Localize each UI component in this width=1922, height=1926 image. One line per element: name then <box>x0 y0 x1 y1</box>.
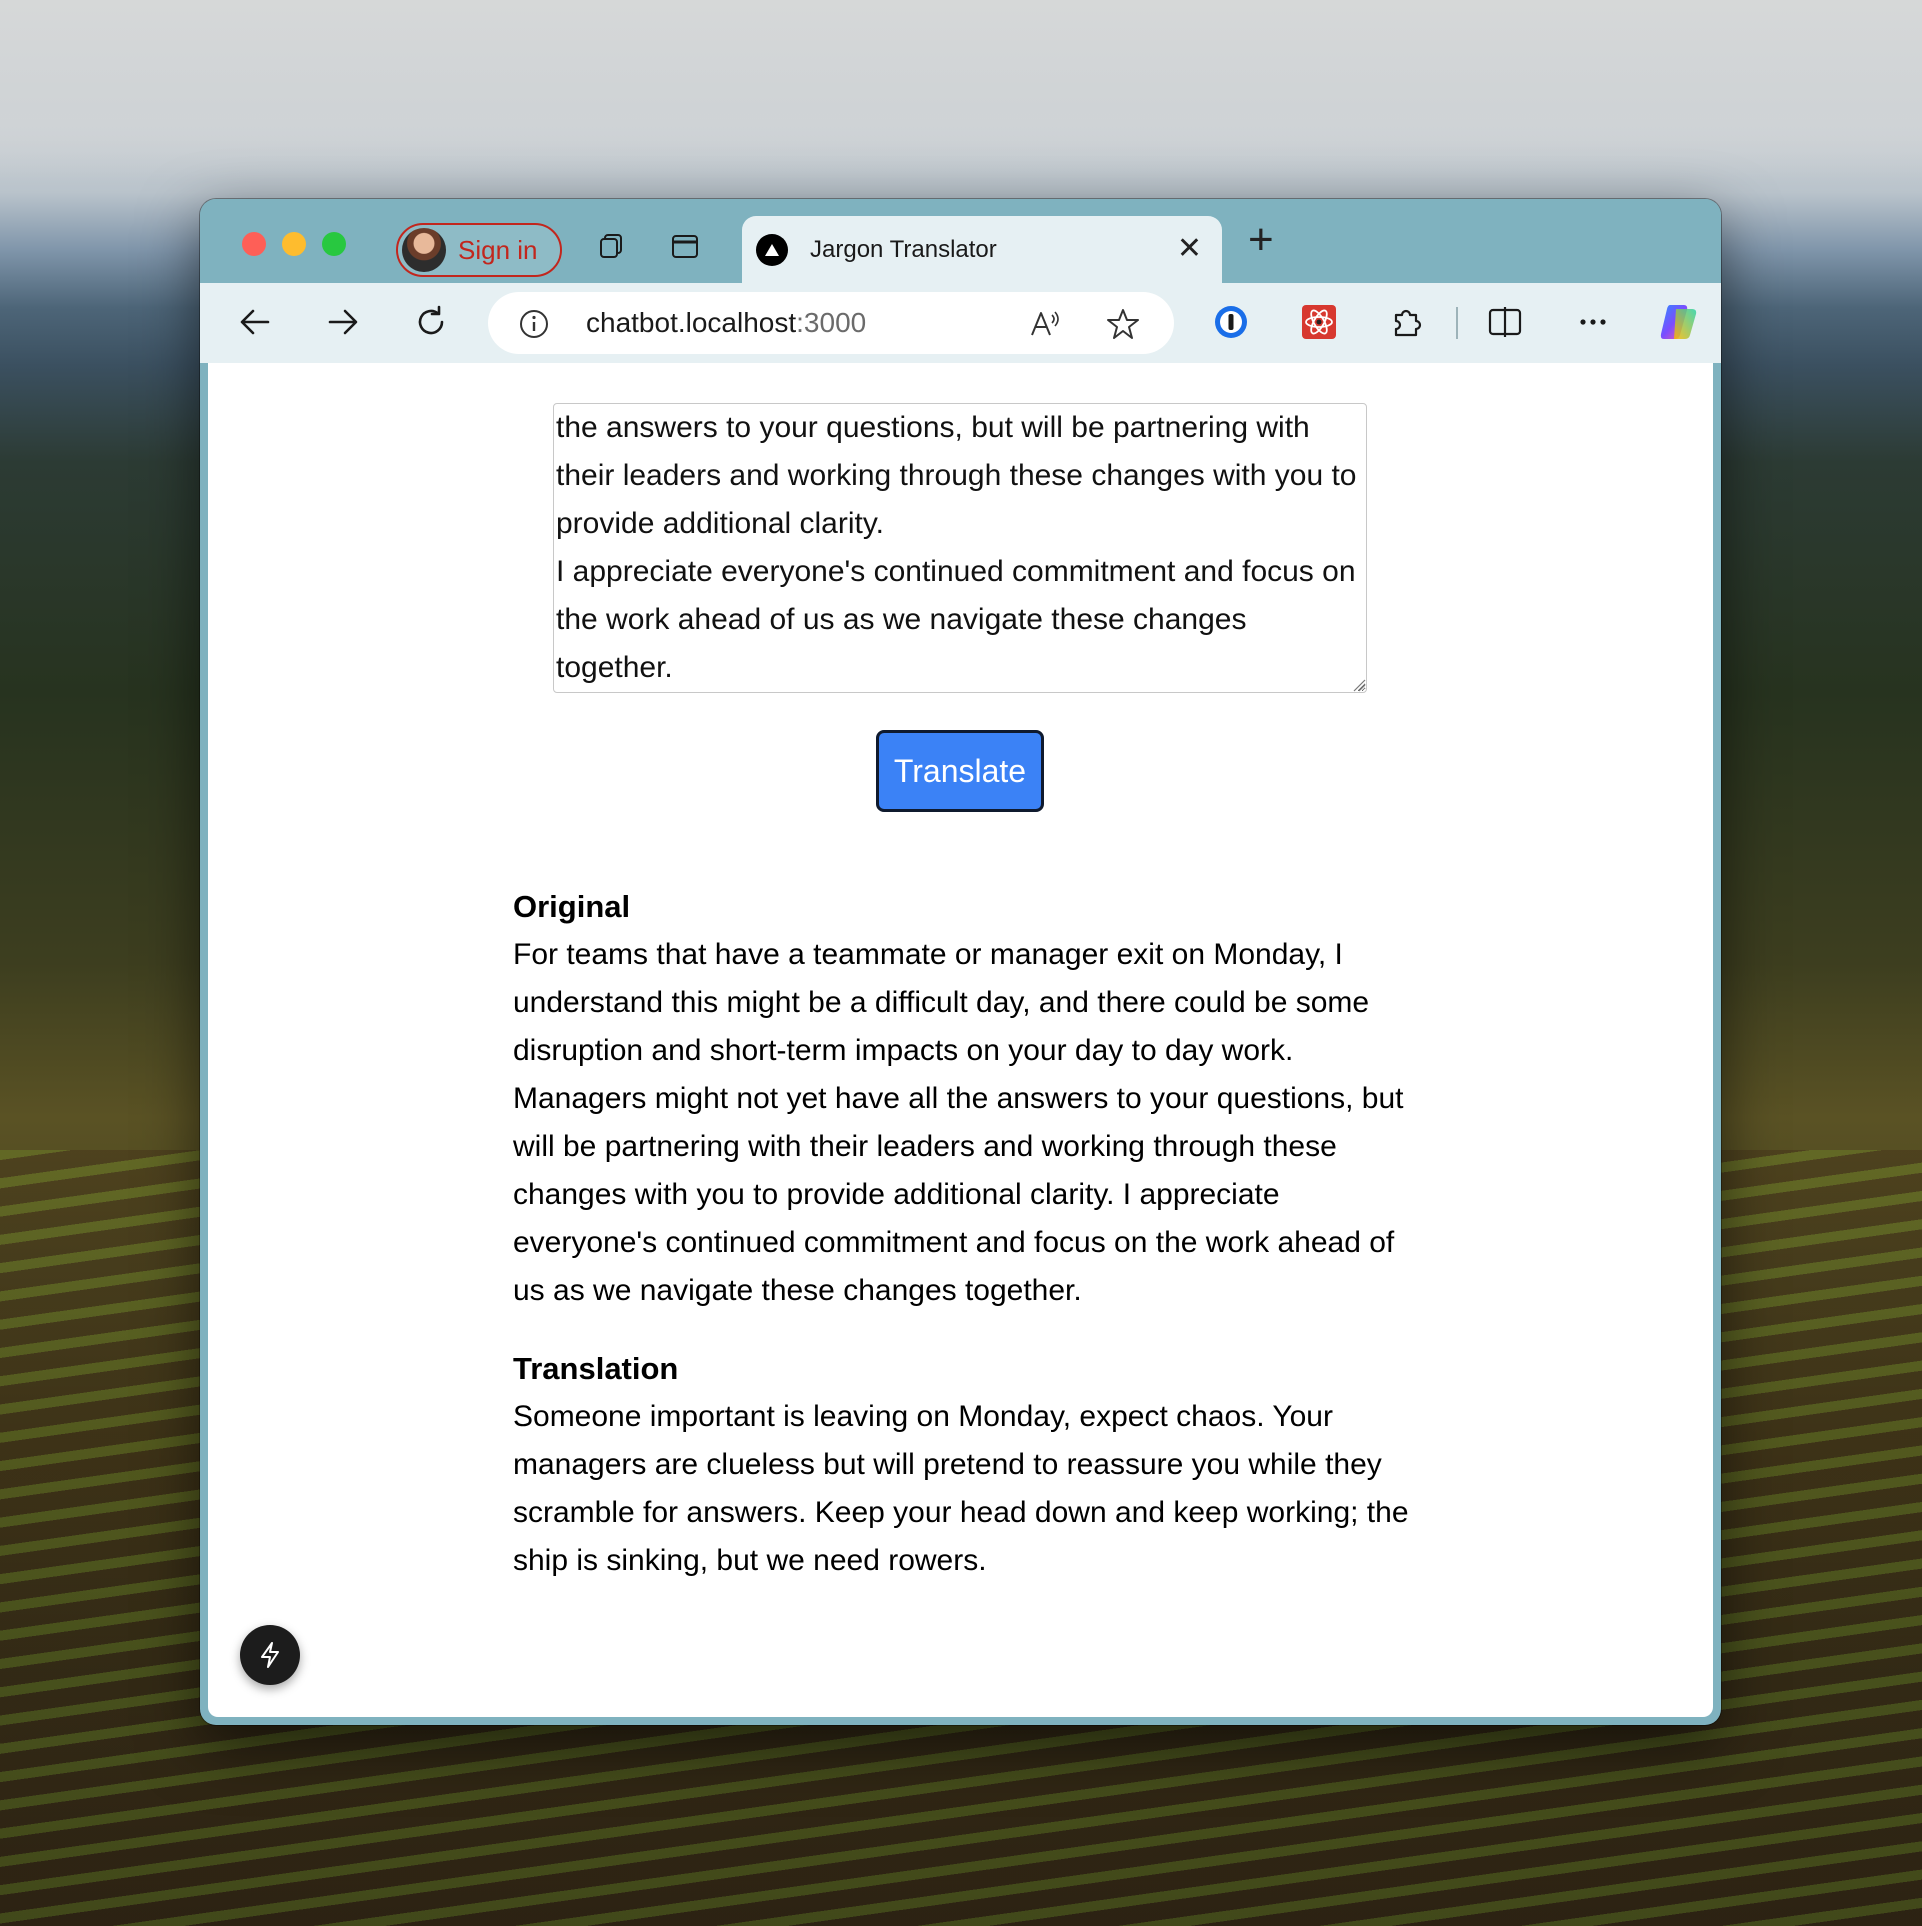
favorite-star-icon[interactable] <box>1106 307 1140 341</box>
page-content: the answers to your questions, but will … <box>208 363 1713 1717</box>
minimize-window-button[interactable] <box>282 232 306 256</box>
workspaces-icon[interactable] <box>596 231 626 261</box>
resize-handle-icon[interactable] <box>1352 678 1366 692</box>
extensions-puzzle-icon[interactable] <box>1388 303 1426 341</box>
zoom-window-button[interactable] <box>322 232 346 256</box>
sign-in-label: Sign in <box>458 234 538 265</box>
original-text: For teams that have a teammate or manage… <box>513 938 1404 1307</box>
nextjs-dev-tools-button[interactable] <box>240 1625 300 1685</box>
back-arrow-icon[interactable] <box>236 303 274 341</box>
url-port: :3000 <box>796 307 867 338</box>
vertical-tabs-icon[interactable] <box>670 231 700 261</box>
translation-text: Someone important is leaving on Monday, … <box>513 1400 1409 1577</box>
tab-bar: Sign in Jargon Translator ✕ + <box>200 199 1721 283</box>
desktop-sky <box>0 0 1922 180</box>
split-screen-icon[interactable] <box>1486 303 1524 341</box>
refresh-icon[interactable] <box>412 303 450 341</box>
translation-heading: Translation <box>513 1351 679 1386</box>
translate-button[interactable]: Translate <box>876 730 1044 812</box>
new-tab-plus-icon[interactable]: + <box>1248 215 1274 265</box>
read-aloud-icon[interactable] <box>1028 307 1062 341</box>
url-host: chatbot.localhost <box>586 307 797 338</box>
more-options-ellipsis-icon[interactable] <box>1574 303 1612 341</box>
react-devtools-extension-icon[interactable] <box>1300 303 1338 341</box>
close-icon[interactable]: ✕ <box>1177 234 1202 264</box>
avatar <box>402 228 446 272</box>
copilot-icon[interactable] <box>1656 299 1702 345</box>
tab-jargon-translator[interactable]: Jargon Translator ✕ <box>742 216 1222 283</box>
profile-sign-in-button[interactable]: Sign in <box>396 223 562 277</box>
browser-window: Sign in Jargon Translator ✕ + chatbot.lo… <box>200 199 1721 1725</box>
browser-toolbar: chatbot.localhost:3000 <box>200 283 1721 363</box>
forward-arrow-icon[interactable] <box>324 303 362 341</box>
results-section: Original For teams that have a teammate … <box>513 883 1413 1585</box>
toolbar-divider <box>1456 307 1458 339</box>
original-heading: Original <box>513 889 631 924</box>
lightning-bolt-icon <box>261 1642 279 1668</box>
tab-title: Jargon Translator <box>810 236 997 263</box>
triangle-favicon-icon <box>756 234 788 266</box>
site-info-icon[interactable] <box>518 308 550 340</box>
password-manager-extension-icon[interactable] <box>1212 303 1250 341</box>
close-window-button[interactable] <box>242 232 266 256</box>
url-text[interactable]: chatbot.localhost:3000 <box>586 307 866 339</box>
address-bar[interactable]: chatbot.localhost:3000 <box>488 292 1174 354</box>
jargon-input-textarea[interactable]: the answers to your questions, but will … <box>553 403 1367 693</box>
